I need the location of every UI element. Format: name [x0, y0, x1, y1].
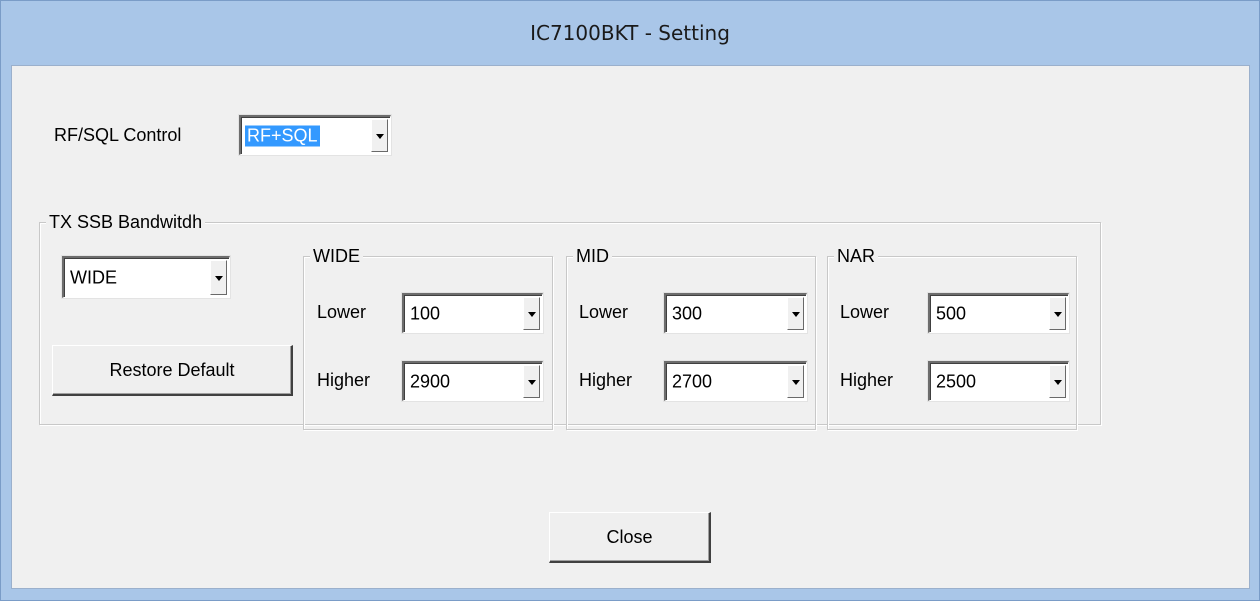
- rf-sql-label: RF/SQL Control: [54, 125, 182, 145]
- nar-lower-select[interactable]: 500: [928, 293, 1069, 333]
- mid-lower-select[interactable]: 300: [664, 293, 807, 333]
- close-button-label: Close: [606, 526, 653, 547]
- mid-higher-label: Higher: [579, 370, 633, 390]
- nar-group-title: NAR: [834, 245, 879, 267]
- mid-group-title: MID: [573, 245, 612, 267]
- bandwidth-mode-value: WIDE: [70, 267, 117, 287]
- nar-higher-label: Higher: [840, 370, 894, 390]
- wide-group-title: WIDE: [310, 245, 363, 267]
- wide-lower-label: Lower: [317, 302, 367, 322]
- chevron-down-icon[interactable]: [787, 297, 804, 330]
- window-title: IC7100BKT - Setting: [530, 21, 730, 45]
- wide-higher-select[interactable]: 2900: [402, 361, 543, 401]
- wide-group: WIDE: [303, 245, 553, 430]
- mid-lower-label: Lower: [579, 302, 629, 322]
- wide-higher-label: Higher: [317, 370, 371, 390]
- nar-higher-value: 2500: [936, 371, 977, 391]
- mid-group: MID: [566, 245, 816, 430]
- chevron-down-icon[interactable]: [523, 297, 540, 330]
- chevron-down-icon[interactable]: [1049, 297, 1066, 330]
- tx-ssb-bandwidth-title: TX SSB Bandwitdh: [46, 211, 206, 233]
- wide-lower-value: 100: [410, 303, 441, 323]
- chevron-down-icon[interactable]: [523, 365, 540, 398]
- mid-lower-value: 300: [672, 303, 703, 323]
- nar-lower-value: 500: [936, 303, 967, 323]
- nar-lower-label: Lower: [840, 302, 890, 322]
- mid-higher-select[interactable]: 2700: [664, 361, 807, 401]
- rf-sql-select[interactable]: RF+SQL: [239, 115, 391, 155]
- setting-window: IC7100BKT - Setting RF/SQL Control RF+SQ…: [0, 0, 1260, 601]
- wide-lower-select[interactable]: 100: [402, 293, 543, 333]
- chevron-down-icon[interactable]: [1049, 365, 1066, 398]
- restore-default-label: Restore Default: [109, 359, 235, 380]
- chevron-down-icon[interactable]: [210, 260, 227, 295]
- chevron-down-icon[interactable]: [787, 365, 804, 398]
- chevron-down-icon[interactable]: [371, 119, 388, 152]
- restore-default-button[interactable]: Restore Default: [52, 345, 293, 396]
- bandwidth-mode-select[interactable]: WIDE: [62, 256, 230, 298]
- wide-higher-value: 2900: [410, 371, 451, 391]
- nar-higher-select[interactable]: 2500: [928, 361, 1069, 401]
- mid-higher-value: 2700: [672, 371, 713, 391]
- nar-group: NAR: [827, 245, 1077, 430]
- dialog-client-area: RF/SQL Control RF+SQL TX SSB Bandwitdh W…: [11, 65, 1250, 589]
- rf-sql-value: RF+SQL: [245, 125, 320, 146]
- close-button[interactable]: Close: [549, 512, 711, 563]
